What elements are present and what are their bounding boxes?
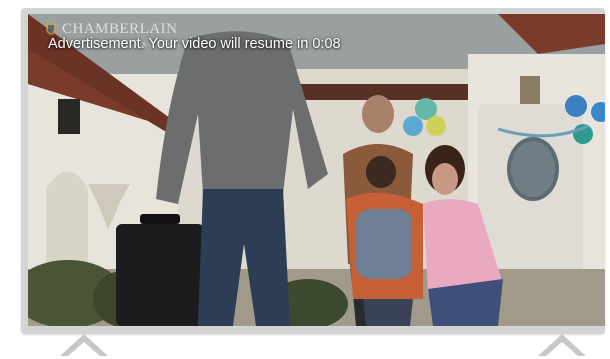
ad-countdown-message: Advertisement. Your video will resume in… [48,36,341,52]
tv-frame: CHAMBERLAIN UNIVERSITY Advertisement. Yo… [21,8,605,334]
brand-name: CHAMBERLAIN [62,21,178,37]
video-player[interactable]: CHAMBERLAIN UNIVERSITY Advertisement. Yo… [28,14,605,326]
tv-stand-left [60,334,108,356]
crest-icon [46,23,56,35]
tv-stand-right [538,334,586,356]
video-frame [28,14,605,326]
